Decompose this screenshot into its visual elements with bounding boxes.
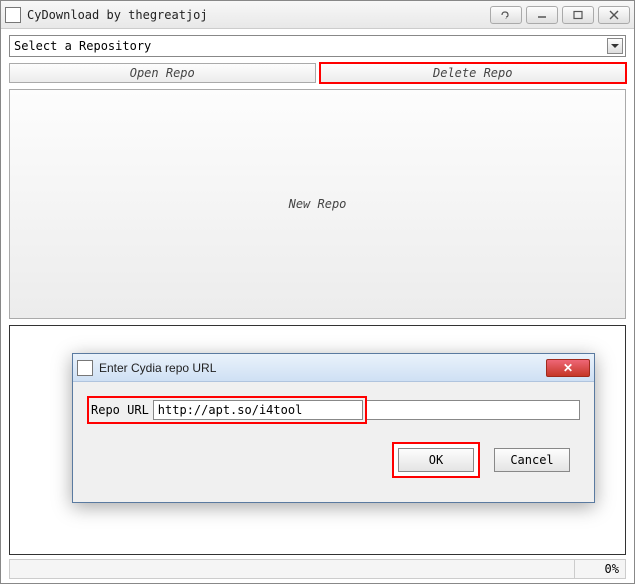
delete-repo-button[interactable]: Delete Repo — [320, 63, 627, 83]
status-cell-empty — [10, 560, 575, 578]
dialog-app-icon — [77, 360, 93, 376]
client-area: Select a Repository Open Repo Delete Rep… — [1, 29, 634, 583]
minimize-icon — [536, 10, 548, 20]
new-repo-label: New Repo — [289, 197, 347, 211]
help-button[interactable] — [490, 6, 522, 24]
main-window: CyDownload by thegreatjoj Select a Repos… — [0, 0, 635, 584]
delete-repo-label: Delete Repo — [433, 66, 512, 80]
window-controls — [490, 6, 630, 24]
repo-select[interactable]: Select a Repository — [9, 35, 626, 57]
dialog-titlebar: Enter Cydia repo URL ✕ — [73, 354, 594, 382]
status-bar: 0% — [9, 559, 626, 579]
status-percent: 0% — [575, 560, 625, 578]
cancel-label: Cancel — [510, 453, 553, 467]
repo-url-input-rest — [367, 400, 580, 420]
dialog-body: Repo URL OK Cancel — [73, 382, 594, 482]
new-repo-button[interactable]: New Repo — [9, 89, 626, 319]
cancel-button[interactable]: Cancel — [494, 448, 570, 472]
repo-url-row: Repo URL — [87, 396, 580, 424]
help-icon — [500, 10, 512, 20]
ok-button[interactable]: OK — [398, 448, 474, 472]
dialog-title: Enter Cydia repo URL — [99, 361, 546, 375]
open-repo-label: Open Repo — [130, 66, 195, 80]
close-icon — [608, 10, 620, 20]
app-icon — [5, 7, 21, 23]
url-dialog: Enter Cydia repo URL ✕ Repo URL — [72, 353, 595, 503]
close-icon: ✕ — [563, 361, 573, 375]
dialog-close-button[interactable]: ✕ — [546, 359, 590, 377]
close-button[interactable] — [598, 6, 630, 24]
open-repo-button[interactable]: Open Repo — [9, 63, 316, 83]
maximize-button[interactable] — [562, 6, 594, 24]
repo-url-input[interactable] — [153, 400, 363, 420]
maximize-icon — [572, 10, 584, 20]
repo-url-label: Repo URL — [91, 403, 149, 417]
titlebar: CyDownload by thegreatjoj — [1, 1, 634, 29]
minimize-button[interactable] — [526, 6, 558, 24]
repo-select-text: Select a Repository — [14, 39, 151, 53]
ok-label: OK — [429, 453, 443, 467]
dialog-button-row: OK Cancel — [87, 448, 580, 472]
chevron-down-icon[interactable] — [607, 38, 623, 54]
repo-url-highlight: Repo URL — [87, 396, 367, 424]
window-title: CyDownload by thegreatjoj — [27, 8, 490, 22]
repo-buttons-row: Open Repo Delete Repo — [9, 63, 626, 83]
content-area: Enter Cydia repo URL ✕ Repo URL — [9, 325, 626, 555]
